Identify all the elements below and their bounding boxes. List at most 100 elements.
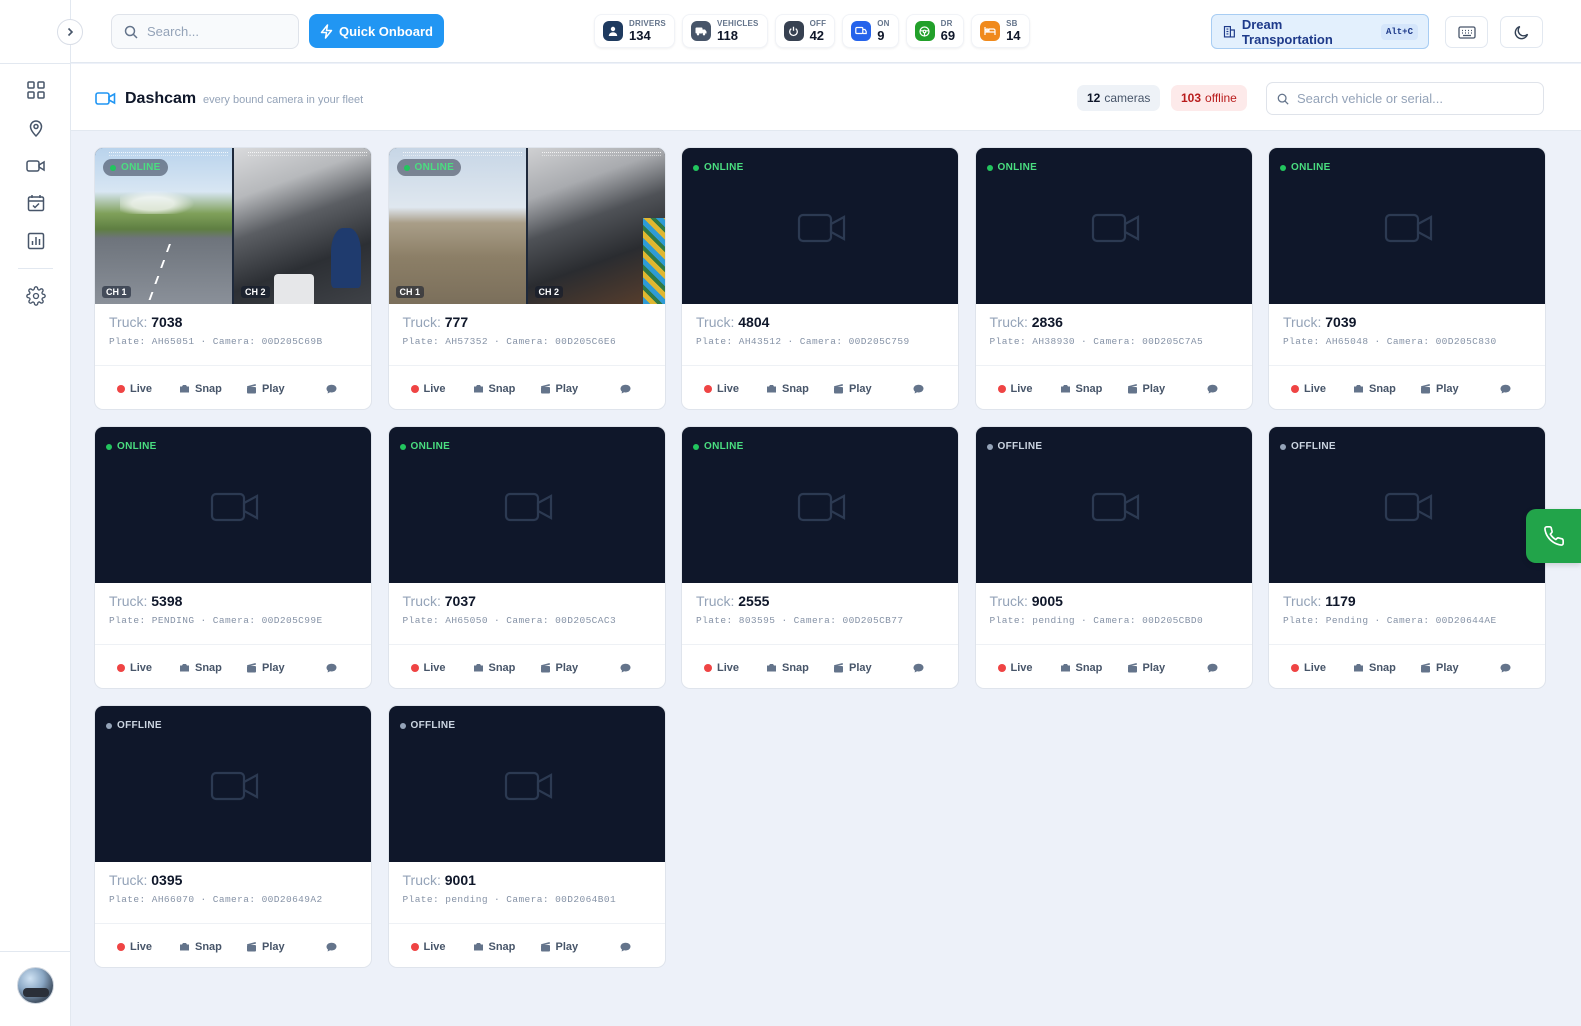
stat-off[interactable]: OFF 42 <box>774 14 836 48</box>
settings-gear-icon[interactable] <box>22 282 50 310</box>
camera-card[interactable]: ONLINE Truck: 2555 Plate: 803595 · Camer… <box>681 426 959 689</box>
snap-button[interactable]: Snap <box>1353 662 1420 674</box>
camera-thumbnail[interactable]: ONLINE <box>682 148 958 304</box>
message-button[interactable] <box>1207 663 1218 673</box>
camera-thumbnail[interactable]: ONLINE <box>95 427 371 583</box>
snap-button[interactable]: Snap <box>473 941 540 953</box>
live-button[interactable]: Live <box>704 662 766 674</box>
camera-thumbnail[interactable]: ONLINE <box>388 427 665 583</box>
keyboard-shortcuts-button[interactable] <box>1445 16 1488 48</box>
camera-card[interactable]: OFFLINE Truck: 0395 Plate: AH66070 · Cam… <box>94 705 372 968</box>
video-camera-icon[interactable] <box>22 152 50 180</box>
user-avatar[interactable] <box>17 967 54 1004</box>
camera-thumbnail[interactable]: OFFLINE <box>1269 427 1545 583</box>
camera-thumbnail[interactable]: OFFLINE <box>95 706 371 862</box>
live-button[interactable]: Live <box>997 383 1060 395</box>
message-button[interactable] <box>913 384 924 394</box>
message-button[interactable] <box>620 384 631 394</box>
live-button[interactable]: Live <box>704 383 766 395</box>
play-button[interactable]: Play <box>540 941 620 953</box>
snap-button[interactable]: Snap <box>473 383 540 395</box>
message-button[interactable] <box>326 384 337 394</box>
camera-thumbnail[interactable]: ONLINE <box>975 148 1252 304</box>
dashboard-grid-icon[interactable] <box>22 76 50 104</box>
live-button[interactable]: Live <box>117 662 179 674</box>
channel-2-preview[interactable]: CH 2 <box>525 148 665 304</box>
live-button[interactable]: Live <box>117 383 179 395</box>
play-button[interactable]: Play <box>246 941 326 953</box>
message-button[interactable] <box>913 663 924 673</box>
message-button[interactable] <box>326 663 337 673</box>
sidebar-toggle-button[interactable] <box>57 19 83 45</box>
message-button[interactable] <box>1500 663 1511 673</box>
stat-sleeper[interactable]: SB 14 <box>971 14 1030 48</box>
camera-thumbnail[interactable]: CH 1 CH 2 ONLINE <box>95 148 371 304</box>
stat-driving[interactable]: DR 69 <box>905 14 965 48</box>
play-button[interactable]: Play <box>246 662 326 674</box>
dark-mode-toggle[interactable] <box>1500 16 1543 48</box>
snap-button[interactable]: Snap <box>179 383 246 395</box>
camera-card[interactable]: ONLINE Truck: 5398 Plate: PENDING · Came… <box>94 426 372 689</box>
global-search[interactable] <box>111 14 299 49</box>
camera-thumbnail[interactable]: OFFLINE <box>388 706 665 862</box>
camera-card[interactable]: ONLINE Truck: 7039 Plate: AH65048 · Came… <box>1268 147 1546 410</box>
play-label: Play <box>555 940 579 953</box>
video-camera-placeholder-icon <box>1384 211 1434 250</box>
live-button[interactable]: Live <box>997 662 1060 674</box>
play-button[interactable]: Play <box>1420 383 1500 395</box>
camera-search[interactable] <box>1266 82 1544 115</box>
camera-thumbnail[interactable]: ONLINE <box>1269 148 1545 304</box>
camera-card[interactable]: OFFLINE Truck: 1179 Plate: Pending · Cam… <box>1268 426 1546 689</box>
live-button[interactable]: Live <box>1291 383 1353 395</box>
camera-card[interactable]: ONLINE Truck: 7037 Plate: AH65050 · Came… <box>387 426 666 689</box>
play-button[interactable]: Play <box>246 383 326 395</box>
play-button[interactable]: Play <box>833 383 913 395</box>
live-button[interactable]: Live <box>410 383 473 395</box>
live-button[interactable]: Live <box>1291 662 1353 674</box>
snap-button[interactable]: Snap <box>1060 383 1127 395</box>
quick-onboard-button[interactable]: Quick Onboard <box>309 14 444 48</box>
snap-button[interactable]: Snap <box>179 662 246 674</box>
camera-thumbnail[interactable]: ONLINE <box>682 427 958 583</box>
message-button[interactable] <box>326 942 337 952</box>
live-button[interactable]: Live <box>410 662 473 674</box>
play-button[interactable]: Play <box>1127 662 1207 674</box>
message-button[interactable] <box>620 942 631 952</box>
camera-card[interactable]: ONLINE Truck: 4804 Plate: AH43512 · Came… <box>681 147 959 410</box>
snap-button[interactable]: Snap <box>1353 383 1420 395</box>
camera-search-input[interactable] <box>1297 91 1527 106</box>
play-button[interactable]: Play <box>540 383 620 395</box>
camera-card[interactable]: CH 1 CH 2 ONLINE Truck: 7038 Plate: AH65… <box>94 147 372 410</box>
map-pin-icon[interactable] <box>22 114 50 142</box>
camera-card[interactable]: OFFLINE Truck: 9005 Plate: pending · Cam… <box>974 426 1253 689</box>
snap-button[interactable]: Snap <box>766 383 833 395</box>
message-button[interactable] <box>1500 384 1511 394</box>
stat-drivers[interactable]: DRIVERS 134 <box>594 14 675 48</box>
stat-vehicles[interactable]: VEHICLES 118 <box>681 14 768 48</box>
camera-card[interactable]: OFFLINE Truck: 9001 Plate: pending · Cam… <box>387 705 666 968</box>
play-button[interactable]: Play <box>833 662 913 674</box>
call-support-button[interactable] <box>1526 509 1581 563</box>
calendar-check-icon[interactable] <box>22 189 50 217</box>
live-button[interactable]: Live <box>410 941 473 953</box>
camera-thumbnail[interactable]: CH 1 CH 2 ONLINE <box>388 148 665 304</box>
snap-button[interactable]: Snap <box>1060 662 1127 674</box>
snap-button[interactable]: Snap <box>473 662 540 674</box>
global-search-input[interactable] <box>147 24 287 39</box>
camera-prefix: · Camera: <box>781 615 837 626</box>
play-button[interactable]: Play <box>540 662 620 674</box>
snap-button[interactable]: Snap <box>766 662 833 674</box>
camera-card[interactable]: CH 1 CH 2 ONLINE Truck: 777 Plate: AH573… <box>387 147 666 410</box>
channel-2-preview[interactable]: CH 2 <box>232 148 371 304</box>
bar-chart-icon[interactable] <box>22 227 50 255</box>
live-button[interactable]: Live <box>117 941 179 953</box>
message-button[interactable] <box>1207 384 1218 394</box>
snap-button[interactable]: Snap <box>179 941 246 953</box>
company-switcher-button[interactable]: Dream Transportation Alt+C <box>1211 14 1429 49</box>
camera-card[interactable]: ONLINE Truck: 2836 Plate: AH38930 · Came… <box>974 147 1253 410</box>
camera-thumbnail[interactable]: OFFLINE <box>975 427 1252 583</box>
play-button[interactable]: Play <box>1127 383 1207 395</box>
message-button[interactable] <box>620 663 631 673</box>
play-button[interactable]: Play <box>1420 662 1500 674</box>
stat-on[interactable]: ON 9 <box>842 14 899 48</box>
